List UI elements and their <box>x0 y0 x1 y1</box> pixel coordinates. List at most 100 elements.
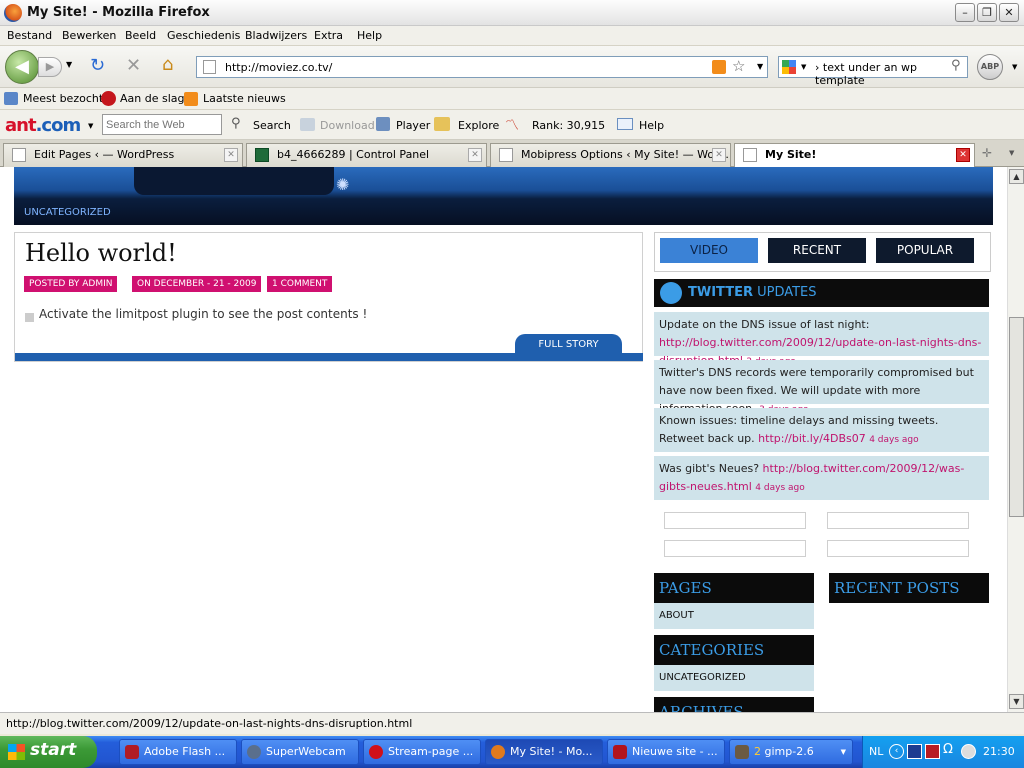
back-button[interactable]: ◀ <box>5 50 39 84</box>
recent-posts-widget-title: RECENT POSTS <box>829 573 989 603</box>
search-icon[interactable]: ⚲ <box>951 58 961 73</box>
tab-control-panel[interactable]: b4_4666289 | Control Panel ✕ <box>246 143 487 167</box>
menu-geschiedenis[interactable]: Geschiedenis <box>167 29 240 42</box>
vertical-scrollbar[interactable]: ▲ ▼ <box>1007 167 1024 712</box>
taskbar: start Adobe Flash ... SuperWebcam Stream… <box>0 736 1024 768</box>
page-icon <box>12 148 26 162</box>
post-excerpt: Activate the limitpost plugin to see the… <box>39 307 368 321</box>
menu-bladwijzers[interactable]: Bladwijzers <box>245 29 307 42</box>
task-my-site-firefox[interactable]: My Site! - Mo... <box>485 739 603 765</box>
close-tab-icon[interactable]: ✕ <box>224 148 238 162</box>
nav-link-uncategorized[interactable]: UNCATEGORIZED <box>24 207 111 218</box>
language-indicator[interactable]: NL <box>869 745 883 758</box>
post-comments-badge[interactable]: 1 COMMENT <box>267 276 333 292</box>
forward-button[interactable]: ▶ <box>38 57 62 77</box>
adblock-button[interactable]: ABP <box>977 54 1003 80</box>
address-bar[interactable]: http://moviez.co.tv/ ☆ ▼ <box>196 56 768 78</box>
page-icon <box>203 60 216 74</box>
tweet-item: Update on the DNS issue of last night: h… <box>654 312 989 367</box>
tray-expand-icon[interactable]: ‹ <box>889 744 904 759</box>
rss-icon[interactable] <box>712 60 726 74</box>
tab-popular[interactable]: POPULAR <box>876 238 974 263</box>
bookmark-most-visited[interactable]: Meest bezocht <box>23 92 103 105</box>
menu-bewerken[interactable]: Bewerken <box>62 29 116 42</box>
url-text: http://moviez.co.tv/ <box>225 61 333 74</box>
tab-edit-pages[interactable]: Edit Pages ‹ — WordPress ✕ <box>3 143 243 167</box>
site-banner: ✺ UNCATEGORIZED <box>14 167 993 225</box>
ant-menu-dropdown-icon[interactable]: ▼ <box>88 122 93 130</box>
categories-item-uncategorized[interactable]: UNCATEGORIZED <box>654 665 814 691</box>
stop-icon[interactable]: ✕ <box>126 56 141 76</box>
google-icon[interactable] <box>782 60 796 74</box>
bullet-icon <box>25 313 34 322</box>
tab-list-dropdown-icon[interactable]: ▼ <box>1009 149 1014 157</box>
twitter-header: TWITTER UPDATES <box>654 279 989 307</box>
close-tab-icon[interactable]: ✕ <box>712 148 726 162</box>
bookmark-latest-news[interactable]: Laatste nieuws <box>203 92 286 105</box>
start-button[interactable]: start <box>0 736 97 768</box>
menu-help[interactable]: Help <box>357 29 382 42</box>
tab-recent[interactable]: RECENT <box>768 238 866 263</box>
close-tab-icon[interactable]: ✕ <box>956 148 970 162</box>
pages-item-about[interactable]: ABOUT <box>654 603 814 629</box>
banner-graphic <box>134 167 334 195</box>
tweet-link[interactable]: http://bit.ly/4DBs07 <box>758 432 866 445</box>
explore-button[interactable]: Explore <box>458 119 499 132</box>
tray-security-icon[interactable] <box>961 744 976 759</box>
close-tab-icon[interactable]: ✕ <box>468 148 482 162</box>
system-tray: NL ‹ Ω 21:30 <box>862 736 1024 768</box>
scroll-down-button[interactable]: ▼ <box>1009 694 1024 709</box>
task-adobe-flash[interactable]: Adobe Flash ... <box>119 739 237 765</box>
tab-my-site[interactable]: My Site! ✕ <box>734 143 975 168</box>
tray-app-icon[interactable] <box>907 744 922 759</box>
menu-beeld[interactable]: Beeld <box>125 29 156 42</box>
tab-mobipress-options[interactable]: Mobipress Options ‹ My Site! — Word... ✕ <box>490 143 731 167</box>
bookmarks-bar: Meest bezocht Aan de slag Laatste nieuws <box>0 88 1024 110</box>
rank-value: Rank: 30,915 <box>532 119 606 132</box>
close-button[interactable]: ✕ <box>999 3 1019 22</box>
ad-placeholder <box>827 512 969 529</box>
tray-network-icon[interactable]: Ω <box>943 742 953 757</box>
task-superwebcam[interactable]: SuperWebcam <box>241 739 359 765</box>
ant-logo[interactable]: ant.com <box>5 115 81 136</box>
ant-search-button[interactable]: Search <box>253 119 291 132</box>
post-title[interactable]: Hello world! <box>25 239 177 267</box>
scroll-thumb[interactable] <box>1009 317 1024 517</box>
task-filezilla[interactable]: Nieuwe site - ... <box>607 739 725 765</box>
windows-logo-icon <box>8 744 25 760</box>
ant-search-input[interactable] <box>102 114 222 135</box>
vp-icon <box>255 148 269 162</box>
player-button[interactable]: Player <box>396 119 430 132</box>
minimize-button[interactable]: – <box>955 3 975 22</box>
task-stream-page[interactable]: Stream-page ... <box>363 739 481 765</box>
post-author-badge[interactable]: POSTED BY ADMIN <box>24 276 118 292</box>
ad-placeholder <box>827 540 969 557</box>
abp-dropdown-icon[interactable]: ▼ <box>1012 63 1017 71</box>
task-gimp[interactable]: 2 gimp-2.6 ▼ <box>729 739 853 765</box>
help-button[interactable]: Help <box>639 119 664 132</box>
full-story-button[interactable]: FULL STORY <box>515 334 622 355</box>
download-button[interactable]: Download <box>320 119 375 132</box>
bookmark-getting-started[interactable]: Aan de slag <box>120 92 185 105</box>
new-tab-icon[interactable]: ✛ <box>982 146 992 160</box>
tweet-item: Known issues: timeline delays and missin… <box>654 408 989 454</box>
getting-started-icon <box>101 91 116 106</box>
history-dropdown-icon[interactable]: ▼ <box>66 60 72 69</box>
tray-app-icon[interactable] <box>925 744 940 759</box>
menu-bestand[interactable]: Bestand <box>7 29 52 42</box>
url-dropdown-icon[interactable]: ▼ <box>757 62 763 71</box>
page-viewport: ✺ UNCATEGORIZED Hello world! POSTED BY A… <box>0 167 1007 712</box>
tab-video[interactable]: VIDEO <box>660 238 758 263</box>
reload-icon[interactable]: ↻ <box>90 56 105 76</box>
home-icon[interactable]: ⌂ <box>162 55 173 75</box>
menu-extra[interactable]: Extra <box>314 29 343 42</box>
engine-dropdown-icon[interactable]: ▼ <box>801 63 806 71</box>
twitter-title: TWITTER UPDATES <box>688 285 817 300</box>
bookmark-star-icon[interactable]: ☆ <box>732 57 745 75</box>
search-bar[interactable]: ▼ › text under an wp template ⚲ <box>778 56 968 87</box>
clock: 21:30 <box>983 745 1015 758</box>
scroll-up-button[interactable]: ▲ <box>1009 169 1024 184</box>
ad-placeholder <box>664 540 806 557</box>
maximize-button[interactable]: ❐ <box>977 3 997 22</box>
ad-placeholder <box>664 512 806 529</box>
